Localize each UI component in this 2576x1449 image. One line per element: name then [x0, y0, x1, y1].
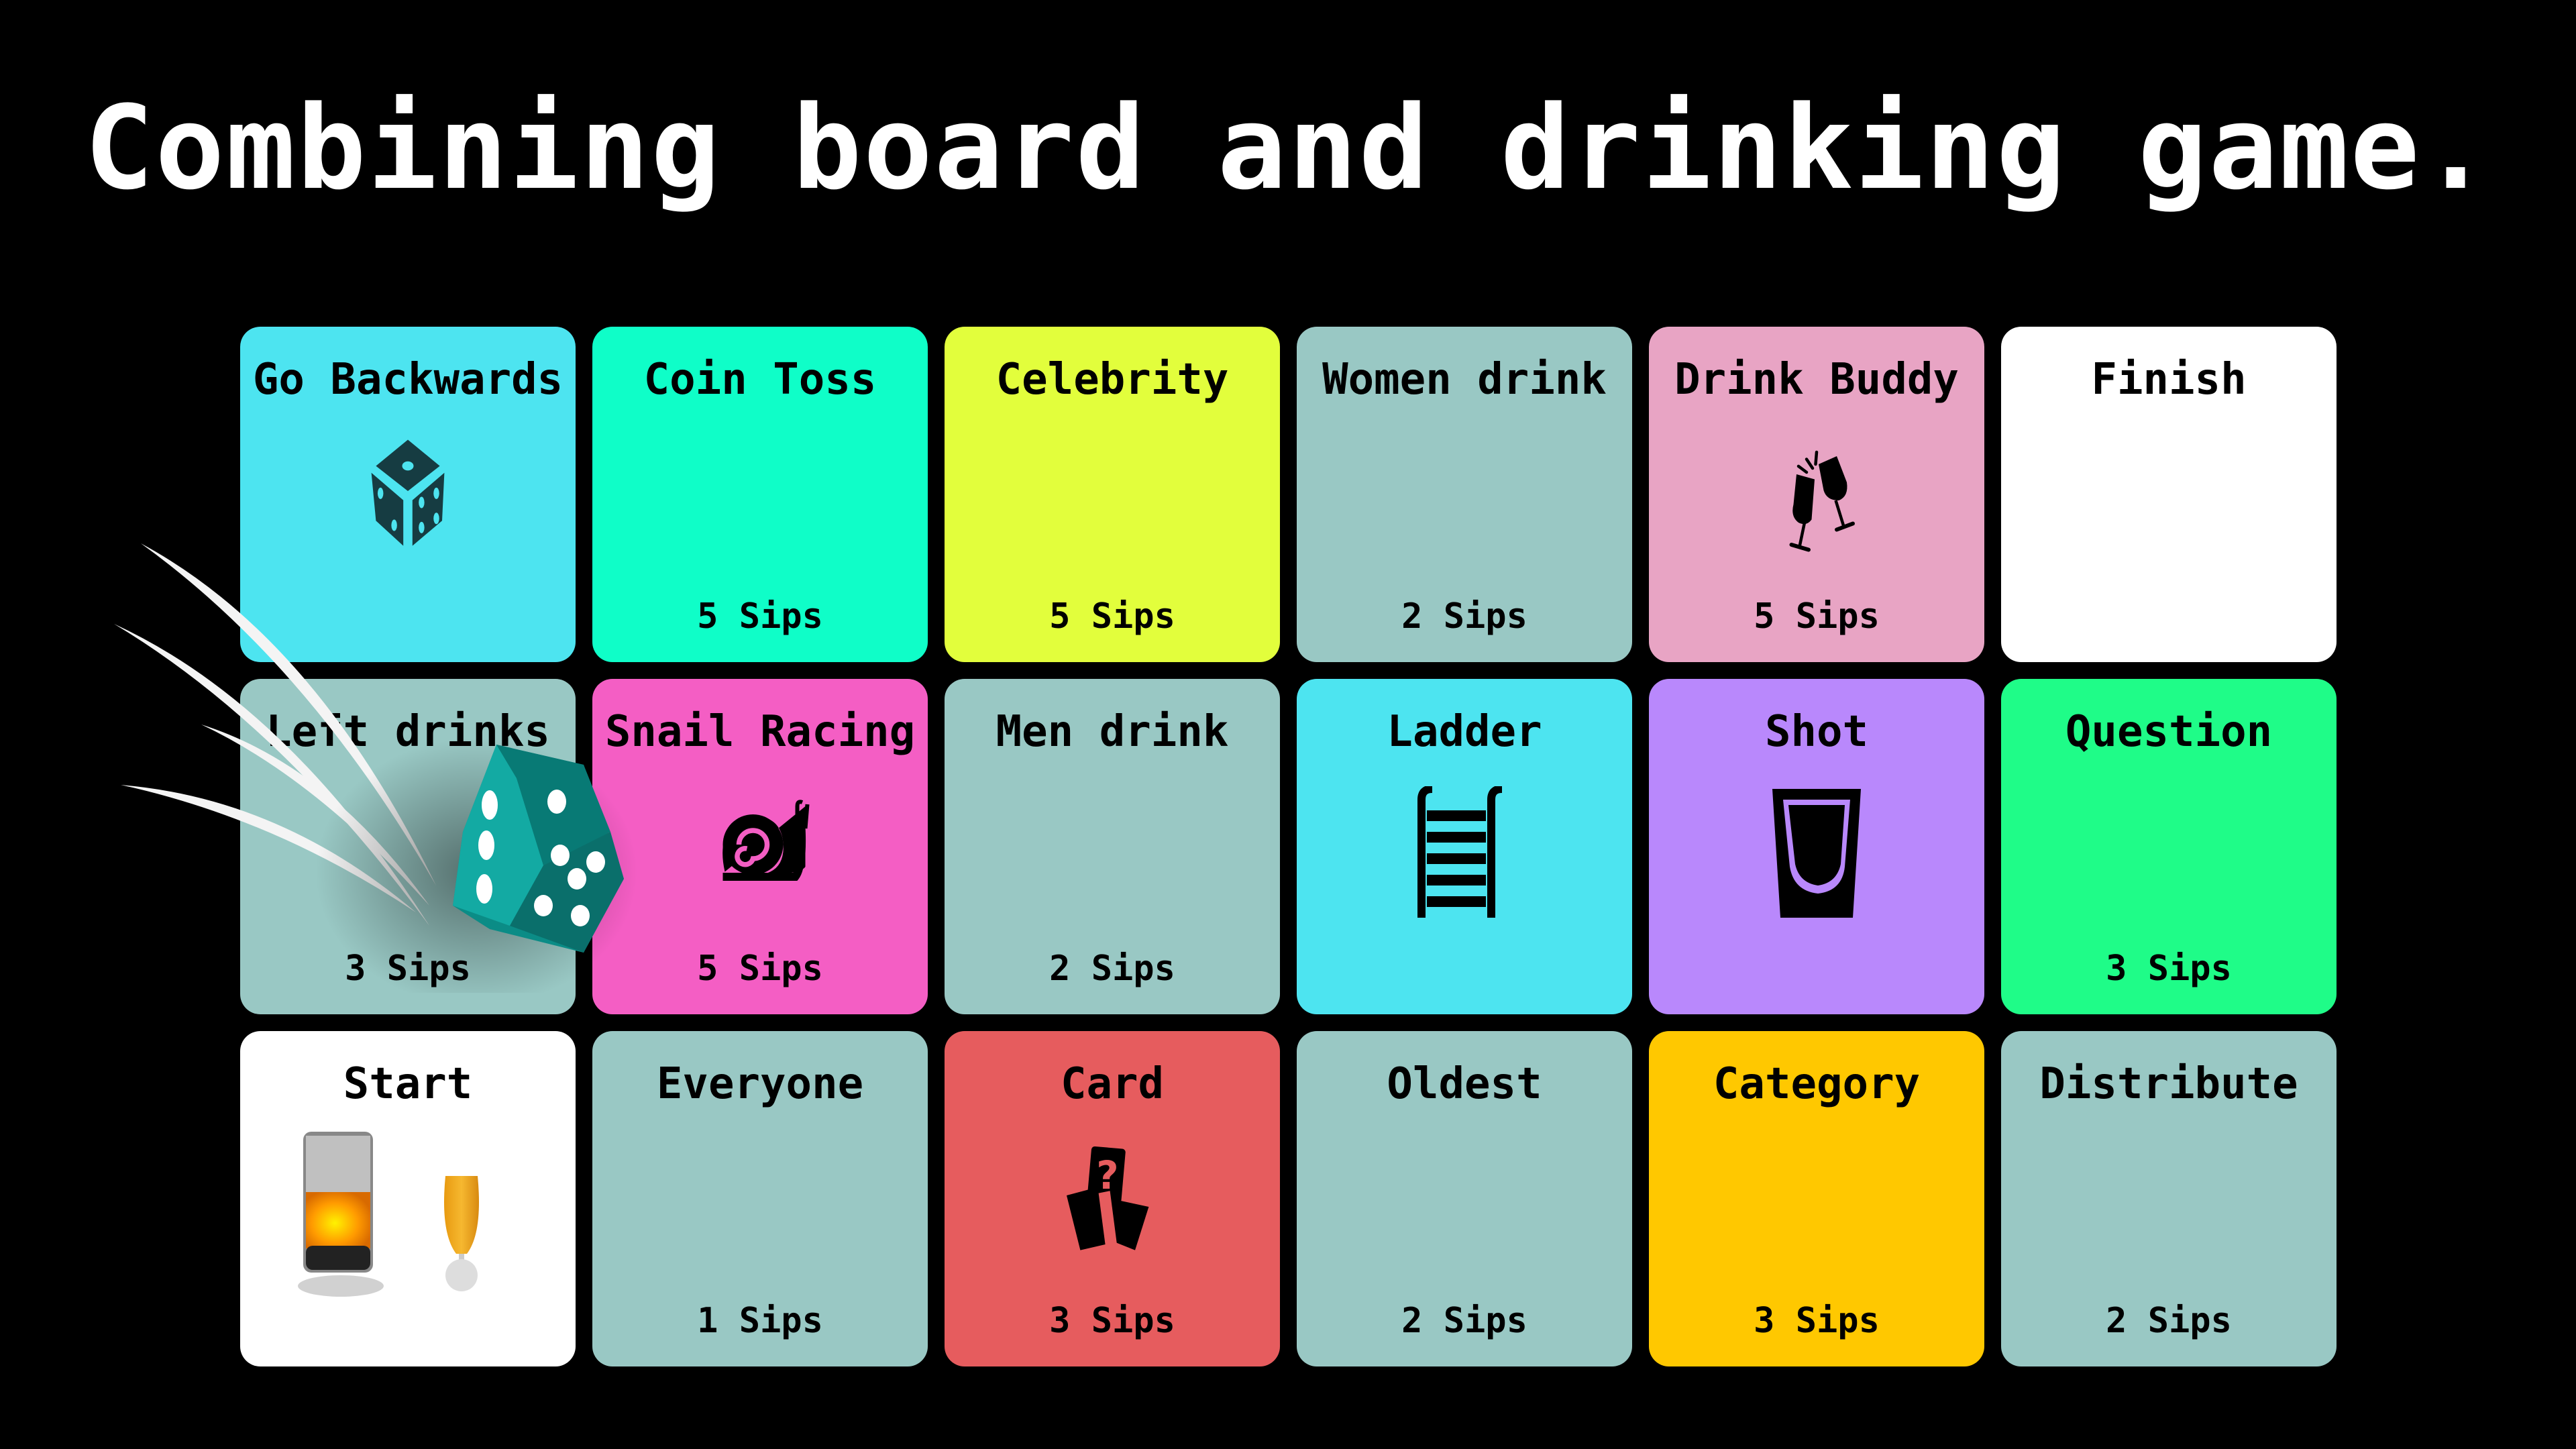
shot-glass-icon — [1770, 786, 1864, 923]
tile-name: Men drink — [996, 707, 1229, 757]
board-tile-everyone[interactable]: Everyone 1 Sips — [592, 1031, 928, 1366]
champagne-toast-icon — [1766, 434, 1867, 557]
cards-icon: ? — [1055, 1138, 1169, 1255]
game-board: Go Backwards Coin Toss 5 Sips Celebrity 5 Si… — [240, 327, 2337, 1366]
tile-name: Go Backwards — [252, 355, 564, 405]
board-tile-category[interactable]: Category 3 Sips — [1649, 1031, 1984, 1366]
board-tile-shot[interactable]: Shot — [1649, 679, 1984, 1014]
tile-sips: 3 Sips — [1049, 1301, 1175, 1341]
ladder-icon — [1411, 785, 1518, 923]
board-tile-question[interactable]: Question 3 Sips — [2001, 679, 2337, 1014]
drinks-icon — [287, 1125, 529, 1302]
tile-name: Shot — [1764, 707, 1869, 757]
tile-sips: 5 Sips — [697, 596, 823, 637]
tile-sips: 2 Sips — [1401, 596, 1527, 637]
board-tile-go-backwards[interactable]: Go Backwards — [240, 327, 576, 662]
board-tile-celebrity[interactable]: Celebrity 5 Sips — [945, 327, 1280, 662]
tile-name: Ladder — [1387, 707, 1542, 757]
tile-sips: 5 Sips — [1049, 596, 1175, 637]
dice-icon — [351, 434, 465, 551]
tile-sips: 2 Sips — [1049, 949, 1175, 989]
tile-name: Left drinks — [266, 707, 550, 757]
board-tile-snail-racing[interactable]: Snail Racing 5 Sips — [592, 679, 928, 1014]
board-tile-distribute[interactable]: Distribute 2 Sips — [2001, 1031, 2337, 1366]
board-tile-left-drinks[interactable]: Left drinks 3 Sips — [240, 679, 576, 1014]
board-tile-start[interactable]: Start — [240, 1031, 576, 1366]
board-tile-women-drink[interactable]: Women drink 2 Sips — [1297, 327, 1632, 662]
snail-icon — [703, 786, 817, 890]
board-tile-men-drink[interactable]: Men drink 2 Sips — [945, 679, 1280, 1014]
board-tile-ladder[interactable]: Ladder — [1297, 679, 1632, 1014]
tile-name: Oldest — [1387, 1059, 1542, 1109]
tile-sips: 5 Sips — [1754, 596, 1880, 637]
tile-name: Drink Buddy — [1674, 355, 1959, 405]
tile-name: Start — [343, 1059, 473, 1109]
tile-name: Women drink — [1322, 355, 1607, 405]
board-tile-oldest[interactable]: Oldest 2 Sips — [1297, 1031, 1632, 1366]
tile-sips: 3 Sips — [1754, 1301, 1880, 1341]
tile-name: Category — [1713, 1059, 1921, 1109]
tile-sips: 2 Sips — [2106, 1301, 2232, 1341]
tile-name: Card — [1060, 1059, 1165, 1109]
tile-name: Coin Toss — [643, 355, 877, 405]
page-title: Combining board and drinking game. — [84, 80, 2492, 215]
board-tile-card[interactable]: Card? 3 Sips — [945, 1031, 1280, 1366]
tile-name: Everyone — [656, 1059, 864, 1109]
tile-sips: 5 Sips — [697, 949, 823, 989]
tile-sips: 2 Sips — [1401, 1301, 1527, 1341]
tile-name: Question — [2065, 707, 2273, 757]
tile-name: Celebrity — [996, 355, 1229, 405]
board-tile-coin-toss[interactable]: Coin Toss 5 Sips — [592, 327, 928, 662]
tile-sips: 3 Sips — [345, 949, 471, 989]
tile-name: Finish — [2091, 355, 2247, 405]
board-tile-finish[interactable]: Finish — [2001, 327, 2337, 662]
tile-name: Snail Racing — [604, 707, 916, 757]
tile-name: Distribute — [2039, 1059, 2298, 1109]
board-tile-drink-buddy[interactable]: Drink Buddy 5 Sips — [1649, 327, 1984, 662]
tile-sips: 1 Sips — [697, 1301, 823, 1341]
tile-sips: 3 Sips — [2106, 949, 2232, 989]
